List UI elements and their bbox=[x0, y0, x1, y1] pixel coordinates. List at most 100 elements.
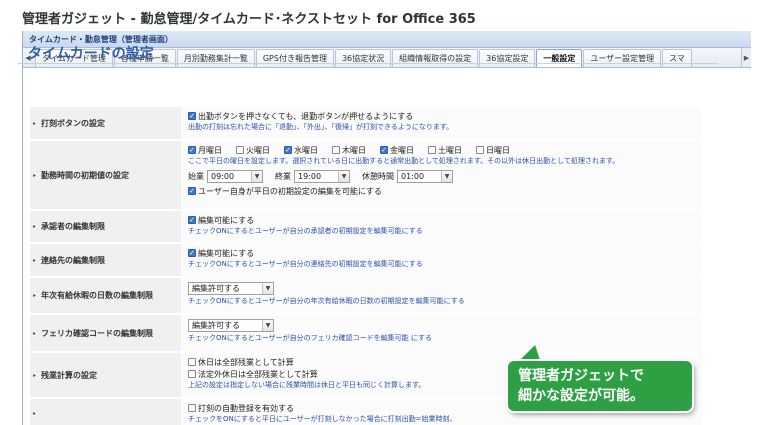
end-time-value: 19:00 bbox=[298, 171, 322, 181]
day-checkbox-mon[interactable]: ✓ bbox=[188, 146, 196, 154]
contact-note: チェックONにするとユーザーが自分の連絡先の初期設定を編集可能にする bbox=[188, 260, 423, 268]
row-bullet-icon: ▸ bbox=[33, 256, 37, 264]
end-time-select[interactable]: 19:00 ▼ bbox=[294, 169, 350, 183]
tab-scroll-right-icon[interactable]: ▶ bbox=[741, 48, 751, 67]
row-bullet-icon: ▸ bbox=[33, 371, 37, 379]
row-label: ▸ 勤務時間の初期値の設定 bbox=[30, 141, 181, 209]
row-bullet-icon: ▸ bbox=[33, 410, 37, 417]
callout-line-2: 細かな設定が可能。 bbox=[518, 388, 644, 404]
row-content: ✓ 月曜日 火曜日 ✓ 水曜日 木曜日 ✓ 金曜日 土曜日 日曜日 ここで平日の曜日を… bbox=[181, 141, 702, 209]
title-divider bbox=[18, 63, 718, 64]
user-edit-weekday-checkbox[interactable]: ✓ bbox=[188, 187, 196, 195]
tab-gps-report[interactable]: GPS付き報告管理 bbox=[255, 49, 334, 67]
punch-note: 出勤の打刻は忘れた場合に「退勤」、「外出」、「復帰」が打刻できるようになります。 bbox=[188, 123, 454, 131]
tab-monthly-summary[interactable]: 月別勤務集計一覧 bbox=[176, 49, 255, 67]
allow-checkout-checkbox[interactable]: ✓ bbox=[188, 112, 196, 120]
row-content: ✓ 編集可能にする チェックONにするとユーザーが自分の連絡先の初期設定を編集可能… bbox=[181, 244, 702, 276]
row-label: ▸ フェリカ確認コードの編集制限 bbox=[30, 315, 181, 351]
start-time-value: 09:00 bbox=[211, 171, 235, 181]
day-checkbox-fri[interactable]: ✓ bbox=[380, 146, 388, 154]
non-statutory-holiday-checkbox[interactable] bbox=[188, 370, 196, 378]
chevron-down-icon: ▼ bbox=[262, 283, 273, 294]
row-label-text: 打刻ボタンの設定 bbox=[41, 118, 106, 128]
setting-row-work-hours: ▸ 勤務時間の初期値の設定 ✓ 月曜日 火曜日 ✓ 水曜日 木曜日 ✓ 金曜日 土曜日 … bbox=[30, 141, 702, 210]
row-bullet-icon: ▸ bbox=[33, 292, 37, 299]
felica-note: チェックONにするとユーザーが自分のフェリカ確認コードを編集可能 にする bbox=[188, 334, 432, 342]
row-label-text: フェリカ確認コードの編集制限 bbox=[41, 328, 154, 338]
day-checkbox-sun[interactable] bbox=[476, 146, 484, 154]
tab-36-status[interactable]: 36協定状況 bbox=[334, 49, 392, 67]
page-title: タイムカードの設定 bbox=[28, 46, 154, 62]
break-time-value: 01:00 bbox=[401, 171, 425, 181]
tab-org-settings[interactable]: 組織情報取得の設定 bbox=[392, 49, 479, 67]
setting-row-felica: ▸ フェリカ確認コードの編集制限 編集許可する ▼ チェックONにするとユーザーが自… bbox=[30, 315, 702, 352]
auto-punch-checkbox[interactable] bbox=[188, 404, 196, 412]
approver-edit-checkbox[interactable]: ✓ bbox=[188, 216, 196, 224]
day-label: 金曜日 bbox=[390, 145, 414, 155]
day-label: 土曜日 bbox=[438, 145, 462, 155]
row-content: ✓ 出勤ボタンを押さなくても、退勤ボタンが押せるようにする 出勤の打刻は忘れた場合… bbox=[181, 107, 702, 139]
row-label-text: 残業計算の設定 bbox=[41, 370, 98, 380]
felica-select[interactable]: 編集許可する ▼ bbox=[188, 319, 274, 332]
day-checkbox-wed[interactable]: ✓ bbox=[284, 146, 292, 154]
row-label-text: 承認者の編集制限 bbox=[41, 222, 106, 231]
row-label: ▸ 残業計算の設定 bbox=[30, 353, 181, 397]
row-bullet-icon: ▸ bbox=[33, 119, 37, 127]
chevron-down-icon: ▼ bbox=[251, 170, 262, 182]
window-title: 管理者ガジェット - 勤怠管理/タイムカード･ネクストセット for Offic… bbox=[22, 12, 476, 27]
felica-select-value: 編集許可する bbox=[192, 321, 240, 330]
day-label: 月曜日 bbox=[198, 145, 222, 155]
row-bullet-icon: ▸ bbox=[33, 171, 37, 179]
row-content: 編集許可する ▼ チェックONにするとユーザーが自分の年次有給休暇の日数の初期設定… bbox=[181, 278, 702, 313]
row-label: ▸ 打刻ボタンの設定 bbox=[30, 107, 181, 139]
break-time-label: 休憩時間 bbox=[362, 171, 394, 181]
row-label: ▸ 年次有給休暇の日数の編集制限 bbox=[30, 278, 181, 313]
break-time-select[interactable]: 01:00 ▼ bbox=[397, 169, 453, 183]
day-label: 日曜日 bbox=[486, 145, 510, 155]
approver-edit-label: 編集可能にする bbox=[198, 215, 255, 225]
start-time-select[interactable]: 09:00 ▼ bbox=[207, 169, 263, 183]
holiday-overtime-checkbox[interactable] bbox=[188, 358, 196, 366]
row-bullet-icon: ▸ bbox=[33, 329, 37, 337]
row-label-text: 連絡先の編集制限 bbox=[41, 255, 106, 265]
row-label: ▸ 連絡先の編集制限 bbox=[30, 244, 181, 276]
row-label-text: 勤務時間の初期値の設定 bbox=[41, 170, 130, 180]
start-time-label: 始業 bbox=[188, 171, 204, 181]
tab-36-settings[interactable]: 36協定設定 bbox=[479, 49, 536, 67]
chevron-down-icon: ▼ bbox=[338, 170, 349, 182]
holiday-overtime-label: 休日は全部残業として計算 bbox=[198, 357, 294, 367]
setting-row-paid-leave: ▸ 年次有給休暇の日数の編集制限 編集許可する ▼ チェックONにするとユーザーが自… bbox=[30, 278, 702, 314]
workdays-note: ここで平日の曜日を設定します。選択されている日に出勤すると通常出勤として処理され… bbox=[188, 157, 620, 165]
tab-user-settings[interactable]: ユーザー設定管理 bbox=[583, 49, 662, 67]
row-content: 編集許可する ▼ チェックONにするとユーザーが自分のフェリカ確認コードを編集可能… bbox=[181, 315, 702, 351]
approver-note: チェックONにするとユーザーが自分の承認者の初期設定を編集可能にする bbox=[188, 227, 423, 235]
day-checkbox-sat[interactable] bbox=[428, 146, 436, 154]
day-checkbox-thu[interactable] bbox=[332, 146, 340, 154]
feature-callout: 管理者ガジェットで 細かな設定が可能。 bbox=[508, 361, 692, 411]
row-label: ▸ bbox=[30, 399, 181, 425]
contact-edit-label: 編集可能にする bbox=[198, 248, 255, 258]
setting-row-approver: ▸ 承認者の編集制限 ✓ 編集可能にする チェックONにするとユーザーが自分の承認者… bbox=[30, 211, 702, 243]
tab-general-settings[interactable]: 一般設定 bbox=[536, 49, 583, 67]
user-edit-weekday-label: ユーザー自身が平日の初期設定の編集を可能にする bbox=[198, 186, 382, 196]
day-checkbox-tue[interactable] bbox=[236, 146, 244, 154]
setting-row-punch: ▸ 打刻ボタンの設定 ✓ 出勤ボタンを押さなくても、退勤ボタンが押せるようにする 出… bbox=[30, 107, 702, 140]
tab-smart[interactable]: スマ bbox=[662, 49, 692, 67]
row-label-text: 年次有給休暇の日数の編集制限 bbox=[41, 291, 154, 300]
end-time-label: 終業 bbox=[275, 171, 291, 181]
setting-row-contact: ▸ 連絡先の編集制限 ✓ 編集可能にする チェックONにするとユーザーが自分の連絡先… bbox=[30, 244, 702, 277]
callout-line-1: 管理者ガジェットで bbox=[518, 368, 644, 384]
chevron-down-icon: ▼ bbox=[441, 170, 452, 182]
auto-punch-label: 打刻の自動登録を有効する bbox=[198, 403, 294, 413]
chevron-down-icon: ▼ bbox=[262, 320, 273, 331]
allow-checkout-label: 出勤ボタンを押さなくても、退勤ボタンが押せるようにする bbox=[198, 111, 414, 121]
auto-punch-note: チェックをONにすると平日にユーザーが打刻しなかった場合に打刻出勤=始業時刻、 bbox=[188, 415, 457, 423]
non-statutory-holiday-label: 法定外休日は全部残業として計算 bbox=[198, 369, 318, 379]
contact-edit-checkbox[interactable]: ✓ bbox=[188, 249, 196, 257]
paid-leave-select[interactable]: 編集許可する ▼ bbox=[188, 282, 274, 295]
paid-leave-note: チェックONにするとユーザーが自分の年次有給休暇の日数の初期設定を編集可能にする bbox=[188, 297, 465, 305]
row-bullet-icon: ▸ bbox=[33, 223, 37, 230]
paid-leave-select-value: 編集許可する bbox=[192, 284, 240, 293]
day-label: 木曜日 bbox=[342, 145, 366, 155]
row-label: ▸ 承認者の編集制限 bbox=[30, 211, 181, 242]
